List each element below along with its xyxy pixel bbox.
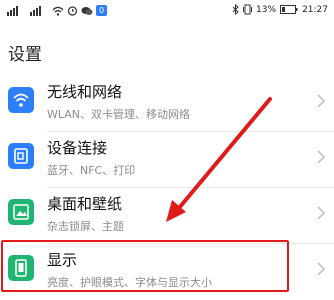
signal-icon-2 xyxy=(30,5,41,16)
item-title: 设备连接 xyxy=(47,139,108,157)
status-time: 21:27 xyxy=(302,4,328,15)
chat-icon xyxy=(81,6,93,15)
chevron-right-icon xyxy=(317,206,325,220)
status-right: 13% 21:27 xyxy=(232,4,328,15)
annotation-arrow-icon xyxy=(166,97,272,222)
app-notification-icon: 0 xyxy=(96,5,107,16)
vibrate-icon xyxy=(243,4,253,15)
status-left: 0 xyxy=(6,5,107,16)
bluetooth-icon xyxy=(232,4,239,15)
chevron-right-icon xyxy=(317,262,325,276)
item-subtitle: 杂志锁屏、主题 xyxy=(47,220,124,233)
status-bar: 0 13% 21:27 xyxy=(0,0,334,24)
battery-icon xyxy=(280,5,298,14)
item-subtitle: 亮度、护眼模式、字体与显示大小 xyxy=(47,276,212,289)
chevron-right-icon xyxy=(317,150,325,164)
wifi-icon xyxy=(8,87,34,113)
chevron-right-icon xyxy=(317,94,325,108)
battery-percent: 13% xyxy=(256,4,277,15)
item-title: 桌面和壁纸 xyxy=(47,195,123,213)
settings-item-display[interactable]: 显示 亮度、护眼模式、字体与显示大小 xyxy=(0,244,334,300)
item-title: 无线和网络 xyxy=(47,83,123,101)
page-title: 设置 xyxy=(8,45,42,65)
signal-icon xyxy=(7,5,18,16)
display-icon xyxy=(8,255,34,281)
item-subtitle: 蓝牙、NFC、打印 xyxy=(47,164,136,177)
item-title: 显示 xyxy=(47,251,78,269)
alarm-icon xyxy=(67,6,78,16)
wifi-status-icon xyxy=(52,6,64,16)
wallpaper-icon xyxy=(8,199,34,225)
device-connect-icon xyxy=(8,143,34,169)
